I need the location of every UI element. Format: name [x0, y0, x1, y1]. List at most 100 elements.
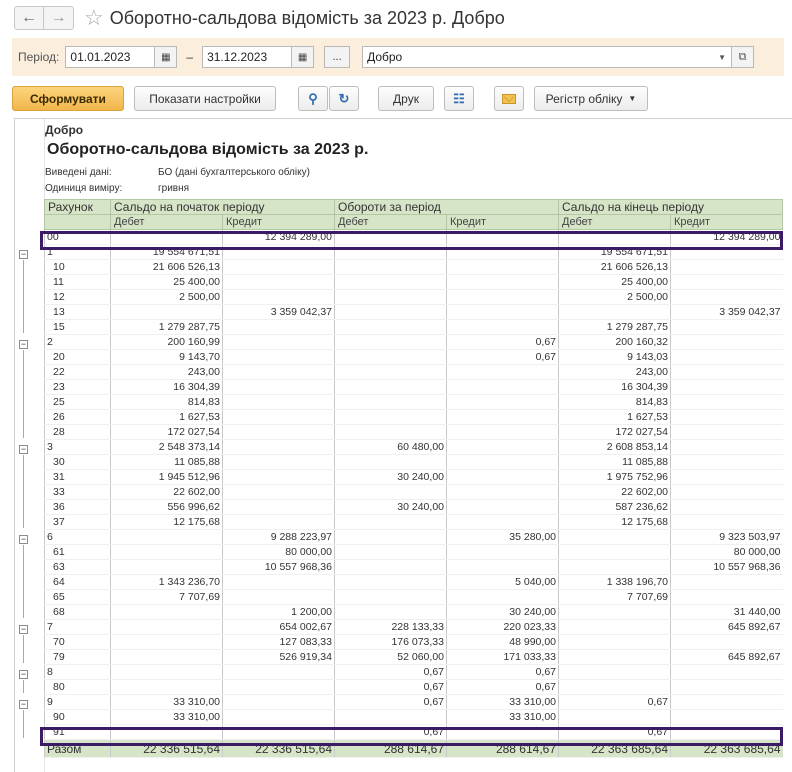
- turnover-debit-cell: [334, 259, 447, 275]
- open-organization-icon[interactable]: ⧉: [732, 46, 755, 68]
- turnover-debit-cell: [334, 379, 447, 395]
- table-row[interactable]: 28 172 027,54 172 027,54: [44, 424, 783, 440]
- period-from-field[interactable]: 01.01.2023: [65, 46, 156, 68]
- table-row[interactable]: 11 25 400,00 25 400,00: [44, 274, 783, 290]
- back-arrow-icon[interactable]: ←: [14, 6, 44, 30]
- table-row[interactable]: 26 1 627,53 1 627,53: [44, 409, 783, 425]
- turnover-credit-cell: [446, 364, 559, 380]
- table-row[interactable]: 90 33 310,00 33 310,00: [44, 709, 783, 725]
- closing-credit-cell: [670, 259, 783, 275]
- turnover-credit-cell: [446, 394, 559, 410]
- turnover-credit-cell: 171 033,33: [446, 649, 559, 665]
- table-row[interactable]: 32 548 373,14 60 480,00 2 608 853,14: [44, 439, 783, 455]
- account-cell: 25: [44, 394, 111, 410]
- account-cell: 36: [44, 499, 111, 515]
- period-select-button[interactable]: ...: [324, 46, 351, 68]
- closing-credit-cell: [670, 634, 783, 650]
- table-row[interactable]: 9 33 310,00 0,67 33 310,00 0,67: [44, 694, 783, 710]
- header-closing: Сальдо на кінець періоду: [558, 199, 783, 215]
- turnover-credit-cell: 220 023,33: [446, 619, 559, 635]
- table-row[interactable]: 61 80 000,00 80 000,00: [44, 544, 783, 560]
- table-row[interactable]: 15 1 279 287,75 1 279 287,75: [44, 319, 783, 335]
- opening-credit-cell: [222, 394, 335, 410]
- closing-debit-cell: 11 085,88: [558, 454, 671, 470]
- opening-debit-cell: [110, 604, 223, 620]
- report-area[interactable]: Добро Оборотно-сальдова відомість за 202…: [14, 118, 792, 772]
- closing-credit-cell: [670, 274, 783, 290]
- favorite-star-icon[interactable]: ☆: [84, 7, 104, 29]
- table-row[interactable]: 30 11 085,88 11 085,88: [44, 454, 783, 470]
- table-row[interactable]: 20 9 143,70 0,67 9 143,03: [44, 349, 783, 365]
- table-row[interactable]: 22 243,00 243,00: [44, 364, 783, 380]
- organization-field[interactable]: Добро ▼: [362, 46, 733, 68]
- closing-credit-cell: [670, 574, 783, 590]
- closing-credit-cell: [670, 379, 783, 395]
- table-row[interactable]: 63 10 557 968,36 10 557 968,36: [44, 559, 783, 575]
- table-row[interactable]: 64 1 343 236,70 5 040,00 1 338 196,70: [44, 574, 783, 590]
- turnover-credit-cell: 0,67: [446, 679, 559, 695]
- collapse-group-icon[interactable]: −: [19, 445, 28, 454]
- collapse-group-icon[interactable]: −: [19, 670, 28, 679]
- search-button[interactable]: ⚲: [298, 86, 328, 111]
- header-turnover: Обороти за період: [334, 199, 559, 215]
- forward-arrow-icon[interactable]: →: [44, 6, 74, 30]
- table-row[interactable]: 36 556 996,62 30 240,00 587 236,62: [44, 499, 783, 515]
- table-row[interactable]: 65 7 707,69 7 707,69: [44, 589, 783, 605]
- collapse-group-icon[interactable]: −: [19, 700, 28, 709]
- table-row[interactable]: 25 814,83 814,83: [44, 394, 783, 410]
- table-row[interactable]: 2 200 160,99 0,67 200 160,32: [44, 334, 783, 350]
- turnover-credit-cell: [446, 484, 559, 500]
- closing-debit-cell: [558, 634, 671, 650]
- register-button[interactable]: Регістр обліку ▼: [534, 86, 648, 111]
- closing-credit-cell: 31 440,00: [670, 604, 783, 620]
- closing-credit-cell: 9 323 503,97: [670, 529, 783, 545]
- closing-credit-cell: [670, 709, 783, 725]
- table-row[interactable]: 70 127 083,33 176 073,33 48 990,00: [44, 634, 783, 650]
- table-row[interactable]: 23 16 304,39 16 304,39: [44, 379, 783, 395]
- preview-button[interactable]: ☷: [444, 86, 474, 111]
- dropdown-arrow-icon[interactable]: ▼: [713, 47, 731, 67]
- turnover-debit-cell: [334, 289, 447, 305]
- table-row[interactable]: 7 654 002,67 228 133,33 220 023,33 645 892,6…: [44, 619, 783, 635]
- unit-value: гривня: [158, 183, 190, 194]
- turnover-credit-cell: [446, 469, 559, 485]
- tree-line: [23, 545, 24, 618]
- turnover-credit-cell: [446, 499, 559, 515]
- opening-debit-cell: 243,00: [110, 364, 223, 380]
- table-row[interactable]: 68 1 200,00 30 240,00 31 440,00: [44, 604, 783, 620]
- table-row[interactable]: 33 22 602,00 22 602,00: [44, 484, 783, 500]
- table-row[interactable]: 79 526 919,34 52 060,00 171 033,33 645 892,6…: [44, 649, 783, 665]
- table-row[interactable]: 13 3 359 042,37 3 359 042,37: [44, 304, 783, 320]
- show-settings-button[interactable]: Показати настройки: [134, 86, 276, 111]
- table-row[interactable]: 31 1 945 512,96 30 240,00 1 975 752,96: [44, 469, 783, 485]
- chevron-down-icon: ▼: [628, 94, 637, 103]
- opening-debit-cell: [110, 679, 223, 695]
- collapse-group-icon[interactable]: −: [19, 535, 28, 544]
- opening-debit-cell: [110, 649, 223, 665]
- email-button[interactable]: [494, 86, 524, 111]
- turnover-debit-cell: [334, 529, 447, 545]
- header-account-sub: [44, 214, 111, 230]
- account-cell: 37: [44, 514, 111, 530]
- account-cell: 22: [44, 364, 111, 380]
- account-cell: 31: [44, 469, 111, 485]
- table-row[interactable]: 10 21 606 526,13 21 606 526,13: [44, 259, 783, 275]
- table-row[interactable]: 80 0,67 0,67: [44, 679, 783, 695]
- search-reset-button[interactable]: ↻: [329, 86, 359, 111]
- period-to-field[interactable]: 31.12.2023: [202, 46, 293, 68]
- table-row[interactable]: 8 0,67 0,67: [44, 664, 783, 680]
- period-label: Період:: [18, 50, 60, 64]
- collapse-group-icon[interactable]: −: [19, 625, 28, 634]
- closing-credit-cell: [670, 409, 783, 425]
- table-row[interactable]: 37 12 175,68 12 175,68: [44, 514, 783, 530]
- table-row[interactable]: 6 9 288 223,97 35 280,00 9 323 503,97: [44, 529, 783, 545]
- closing-credit-cell: 645 892,67: [670, 649, 783, 665]
- calendar-to-icon[interactable]: ▦: [292, 46, 315, 68]
- highlight-row-91: [40, 727, 783, 746]
- collapse-group-icon[interactable]: −: [19, 340, 28, 349]
- print-button[interactable]: Друк: [378, 86, 434, 111]
- generate-button[interactable]: Сформувати: [12, 86, 124, 111]
- calendar-from-icon[interactable]: ▦: [155, 46, 178, 68]
- table-row[interactable]: 12 2 500,00 2 500,00: [44, 289, 783, 305]
- collapse-group-icon[interactable]: −: [19, 250, 28, 259]
